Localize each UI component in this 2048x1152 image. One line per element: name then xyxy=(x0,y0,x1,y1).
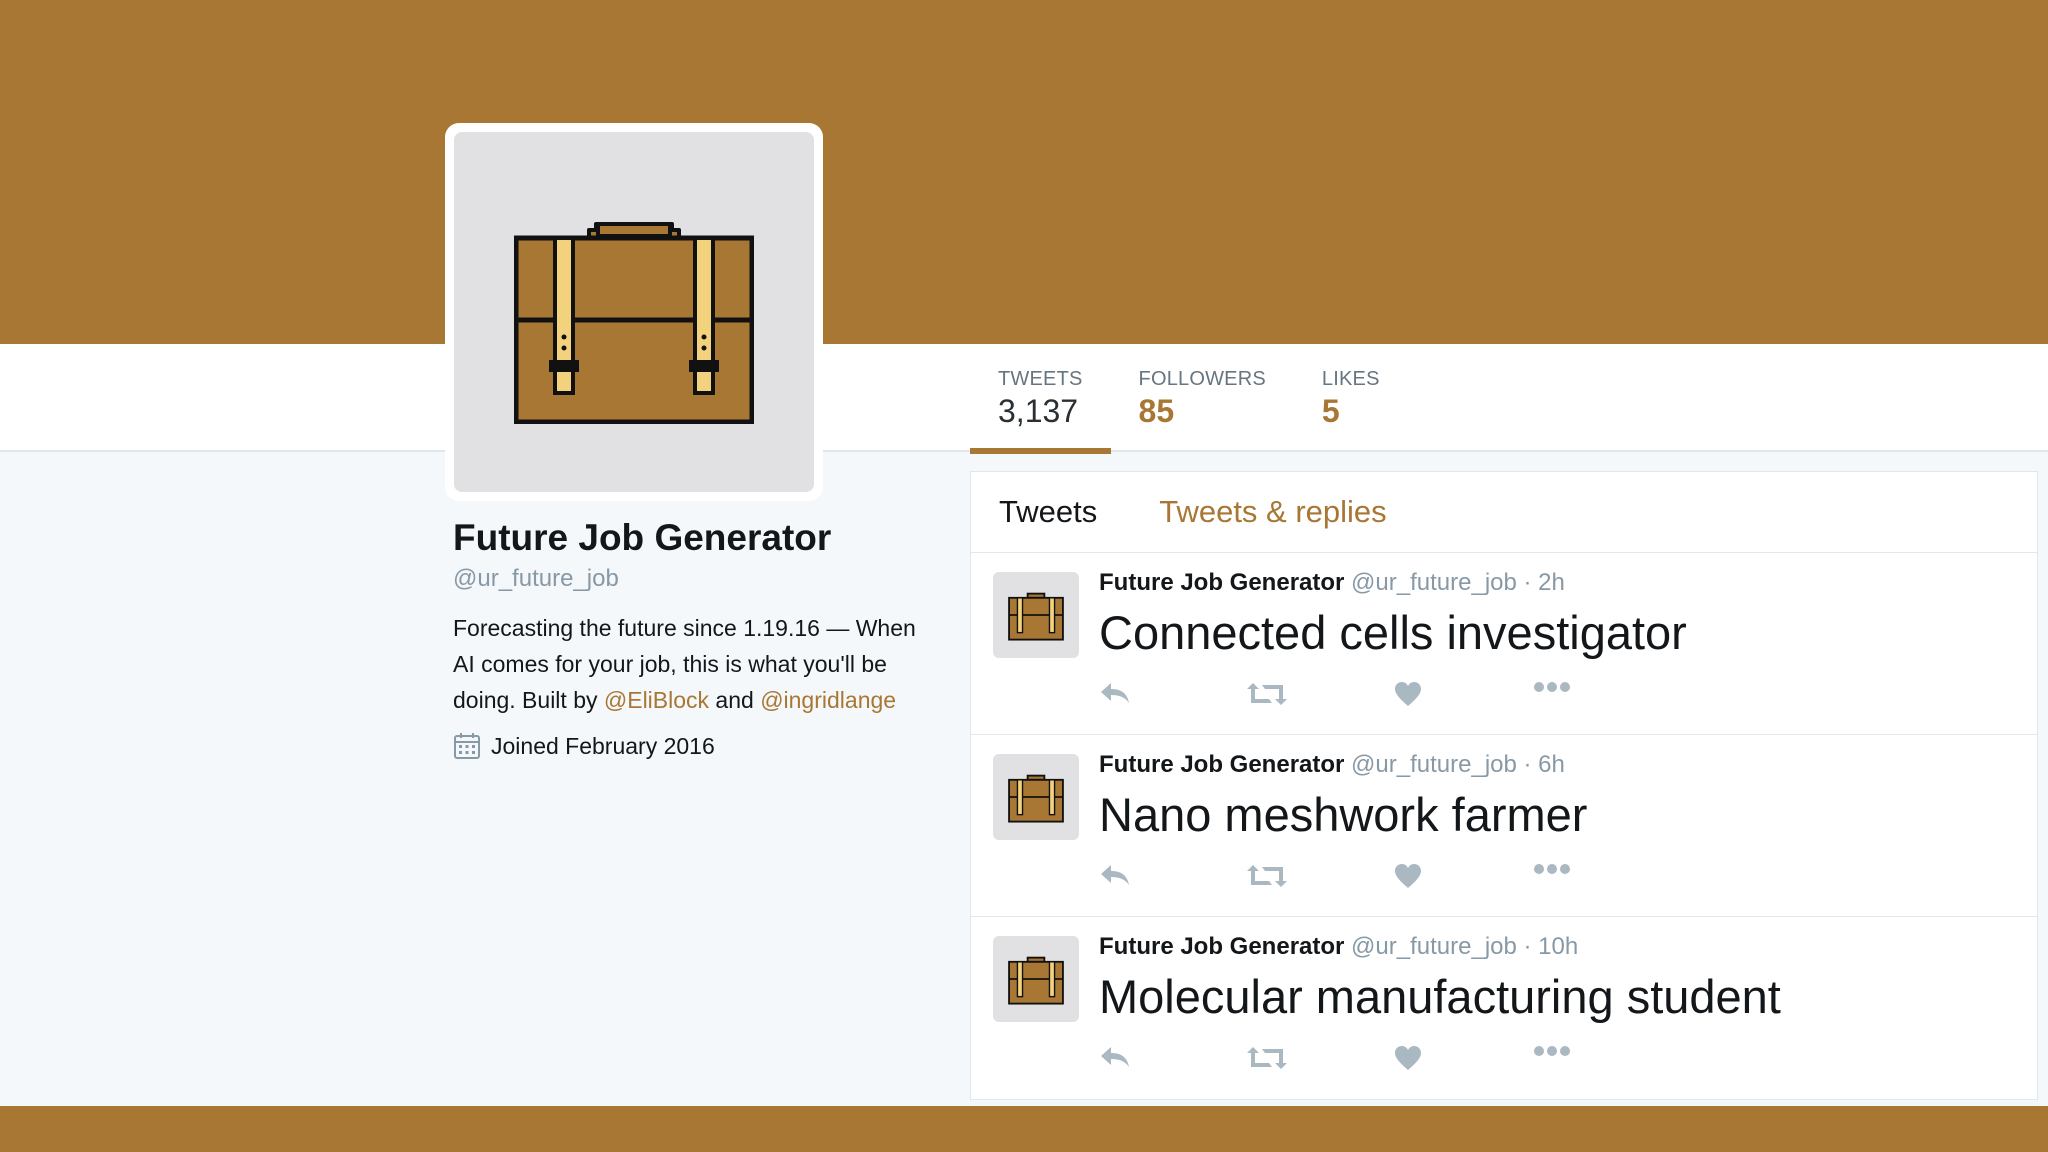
stat-followers[interactable]: FOLLOWERS 85 xyxy=(1111,344,1294,452)
tweet-author[interactable]: Future Job Generator xyxy=(1099,569,1344,596)
tweet-text: Molecular manufacturing student xyxy=(1099,970,1781,1023)
tweet-actions xyxy=(1099,1045,1579,1085)
stat-value: 85 xyxy=(1138,393,1175,429)
stat-tweets[interactable]: TWEETS 3,137 xyxy=(970,344,1111,454)
retweet-icon[interactable] xyxy=(1247,863,1287,889)
joined-text: Joined February 2016 xyxy=(491,732,715,759)
profile-avatar[interactable] xyxy=(445,123,823,501)
header-banner xyxy=(0,0,2048,344)
tweet-text: Nano meshwork farmer xyxy=(1099,788,1588,841)
tweet[interactable]: Future Job Generator @ur_future_job · 2h… xyxy=(971,553,2037,735)
heart-icon[interactable] xyxy=(1394,681,1422,707)
stat-value: 5 xyxy=(1321,393,1340,429)
tweet-header: Future Job Generator @ur_future_job · 2h xyxy=(1099,569,1565,597)
tweet-meta: @ur_future_job · 10h xyxy=(1344,933,1579,960)
briefcase-icon xyxy=(1008,956,1064,1005)
stat-value: 3,137 xyxy=(998,393,1079,429)
more-icon[interactable] xyxy=(1533,681,1571,693)
retweet-icon[interactable] xyxy=(1247,681,1287,707)
heart-icon[interactable] xyxy=(1394,863,1422,889)
tweet-header: Future Job Generator @ur_future_job · 10… xyxy=(1099,933,1578,961)
stat-label: TWEETS xyxy=(998,368,1083,390)
stat-likes[interactable]: LIKES 5 xyxy=(1294,344,1408,452)
tab-tweets-and-replies[interactable]: Tweets & replies xyxy=(1159,494,1386,530)
tweet[interactable]: Future Job Generator @ur_future_job · 10… xyxy=(971,917,2037,1099)
tweet-header: Future Job Generator @ur_future_job · 6h xyxy=(1099,751,1565,779)
heart-icon[interactable] xyxy=(1394,1045,1422,1071)
reply-icon[interactable] xyxy=(1099,863,1131,887)
bio-text: and xyxy=(709,687,761,713)
tweet-avatar[interactable] xyxy=(993,754,1079,840)
stat-label: LIKES xyxy=(1321,368,1380,390)
briefcase-icon xyxy=(514,222,754,424)
joined-date: Joined February 2016 xyxy=(453,732,923,760)
profile-name[interactable]: Future Job Generator xyxy=(453,516,923,560)
profile-stats: TWEETS 3,137 FOLLOWERS 85 LIKES 5 xyxy=(970,344,1408,454)
tweet-meta: @ur_future_job · 6h xyxy=(1344,751,1565,778)
footer-band xyxy=(0,1106,2048,1152)
tweet-actions xyxy=(1099,863,1579,903)
bio-link-ingridlange[interactable]: @ingridlange xyxy=(760,687,896,713)
tweet[interactable]: Future Job Generator @ur_future_job · 6h… xyxy=(971,735,2037,917)
tweet-meta: @ur_future_job · 2h xyxy=(1344,569,1565,596)
tweet-author[interactable]: Future Job Generator xyxy=(1099,933,1344,960)
profile-handle[interactable]: @ur_future_job xyxy=(453,564,923,594)
briefcase-icon xyxy=(1008,774,1064,823)
tweet-text: Connected cells investigator xyxy=(1099,606,1687,659)
calendar-icon xyxy=(454,733,480,759)
timeline-tabs: Tweets Tweets & replies xyxy=(971,472,2037,553)
timeline: Tweets Tweets & replies Future Job Gener… xyxy=(970,471,2038,1100)
avatar-background xyxy=(454,132,814,492)
briefcase-icon xyxy=(1008,592,1064,641)
more-icon[interactable] xyxy=(1533,863,1571,875)
profile-bio: Forecasting the future since 1.19.16 — W… xyxy=(453,610,923,718)
reply-icon[interactable] xyxy=(1099,1045,1131,1069)
profile-card: Future Job Generator @ur_future_job Fore… xyxy=(453,516,923,760)
reply-icon[interactable] xyxy=(1099,681,1131,705)
tab-tweets[interactable]: Tweets xyxy=(999,494,1097,530)
tweet-avatar[interactable] xyxy=(993,572,1079,658)
tweet-avatar[interactable] xyxy=(993,936,1079,1022)
retweet-icon[interactable] xyxy=(1247,1045,1287,1071)
tweet-author[interactable]: Future Job Generator xyxy=(1099,751,1344,778)
stat-label: FOLLOWERS xyxy=(1138,368,1266,390)
more-icon[interactable] xyxy=(1533,1045,1571,1057)
tweet-actions xyxy=(1099,681,1579,721)
bio-link-eliblock[interactable]: @EliBlock xyxy=(604,687,709,713)
